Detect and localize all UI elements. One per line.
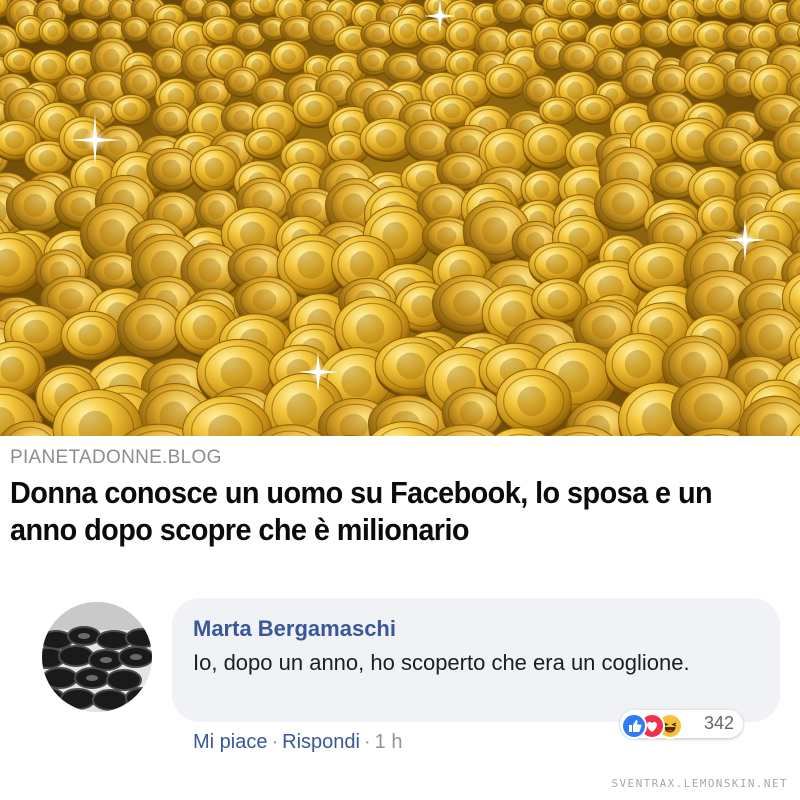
reply-button[interactable]: Rispondi [282, 731, 360, 754]
coin [60, 310, 123, 363]
comment-actions: Mi piace · Rispondi · 1 h [193, 731, 402, 754]
tires-photo-avatar [42, 602, 152, 712]
coin [670, 375, 750, 436]
coin [116, 298, 185, 361]
coin [567, 0, 595, 20]
coin [484, 63, 529, 99]
separator-dot: · [363, 731, 371, 753]
coin [151, 102, 192, 138]
coin [538, 96, 577, 127]
coin [111, 94, 152, 126]
coin [244, 127, 287, 161]
coin [495, 368, 572, 436]
coin [574, 93, 615, 125]
like-icon [621, 713, 647, 739]
coin [189, 144, 242, 195]
watermark: SVENTRAX.LEMONSKIN.NET [611, 777, 788, 790]
coin [38, 17, 69, 46]
reaction-count: 342 [704, 713, 735, 733]
comment-timestamp[interactable]: 1 h [375, 731, 403, 754]
coin [557, 18, 590, 43]
comment-text: Io, dopo un anno, ho scoperto che era un… [193, 650, 690, 675]
post-image[interactable] [0, 0, 800, 436]
commenter-avatar[interactable] [42, 602, 152, 712]
like-button[interactable]: Mi piace [193, 731, 267, 754]
post-headline[interactable]: Donna conosce un uomo su Facebook, lo sp… [10, 474, 740, 548]
link-domain[interactable]: PIANETADONNE.BLOG [10, 447, 222, 469]
coin [68, 18, 101, 43]
coin [120, 16, 151, 43]
gold-coins-photo [0, 0, 800, 436]
comment-author[interactable]: Marta Bergamaschi [193, 616, 396, 642]
reactions-summary[interactable]: 342 [620, 710, 743, 739]
coin [558, 40, 600, 75]
separator-dot: · [271, 731, 279, 753]
